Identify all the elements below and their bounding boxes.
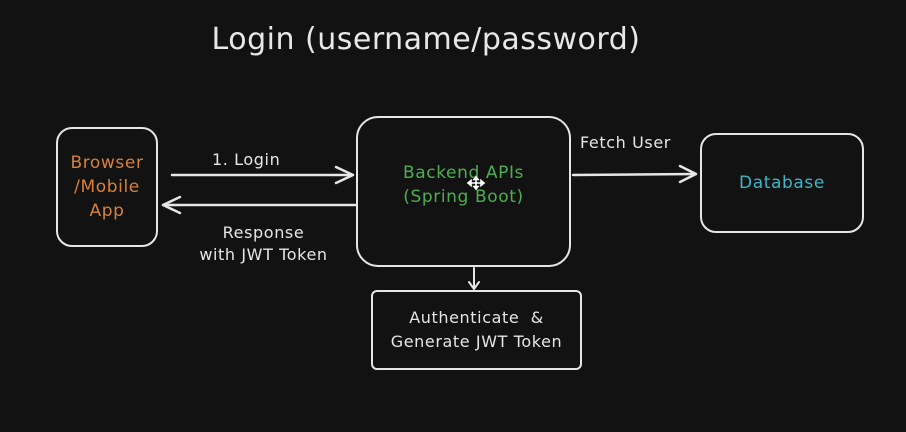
login-edge-label: 1. Login — [212, 150, 281, 169]
browser-label-line-1: Browser — [70, 153, 144, 173]
browser-mobile-app-node: Browser /Mobile App — [56, 127, 158, 247]
database-node: Database — [700, 133, 864, 233]
browser-label-line-3: App — [89, 201, 125, 221]
backend-label-line-2: (Spring Boot) — [403, 186, 524, 207]
diagram-canvas: Login (username/password) Browser /Mobil… — [0, 0, 906, 432]
fetch-user-arrow — [571, 172, 697, 177]
auth-label-line-1: Authenticate & — [409, 308, 544, 327]
move-cursor-icon — [466, 175, 486, 191]
database-label: Database — [739, 173, 825, 193]
response-label-line-2: with JWT Token — [199, 245, 328, 264]
backend-apis-node: Backend APIs (Spring Boot) — [356, 116, 571, 267]
authenticate-node: Authenticate & Generate JWT Token — [371, 290, 582, 370]
fetch-user-edge-label: Fetch User — [580, 133, 671, 152]
response-edge-label: Response with JWT Token — [186, 222, 341, 266]
response-label-line-1: Response — [222, 223, 305, 242]
auth-label-line-2: Generate JWT Token — [390, 332, 563, 351]
backend-label-line-1: Backend APIs — [402, 162, 525, 183]
browser-label-line-2: /Mobile — [74, 177, 140, 197]
